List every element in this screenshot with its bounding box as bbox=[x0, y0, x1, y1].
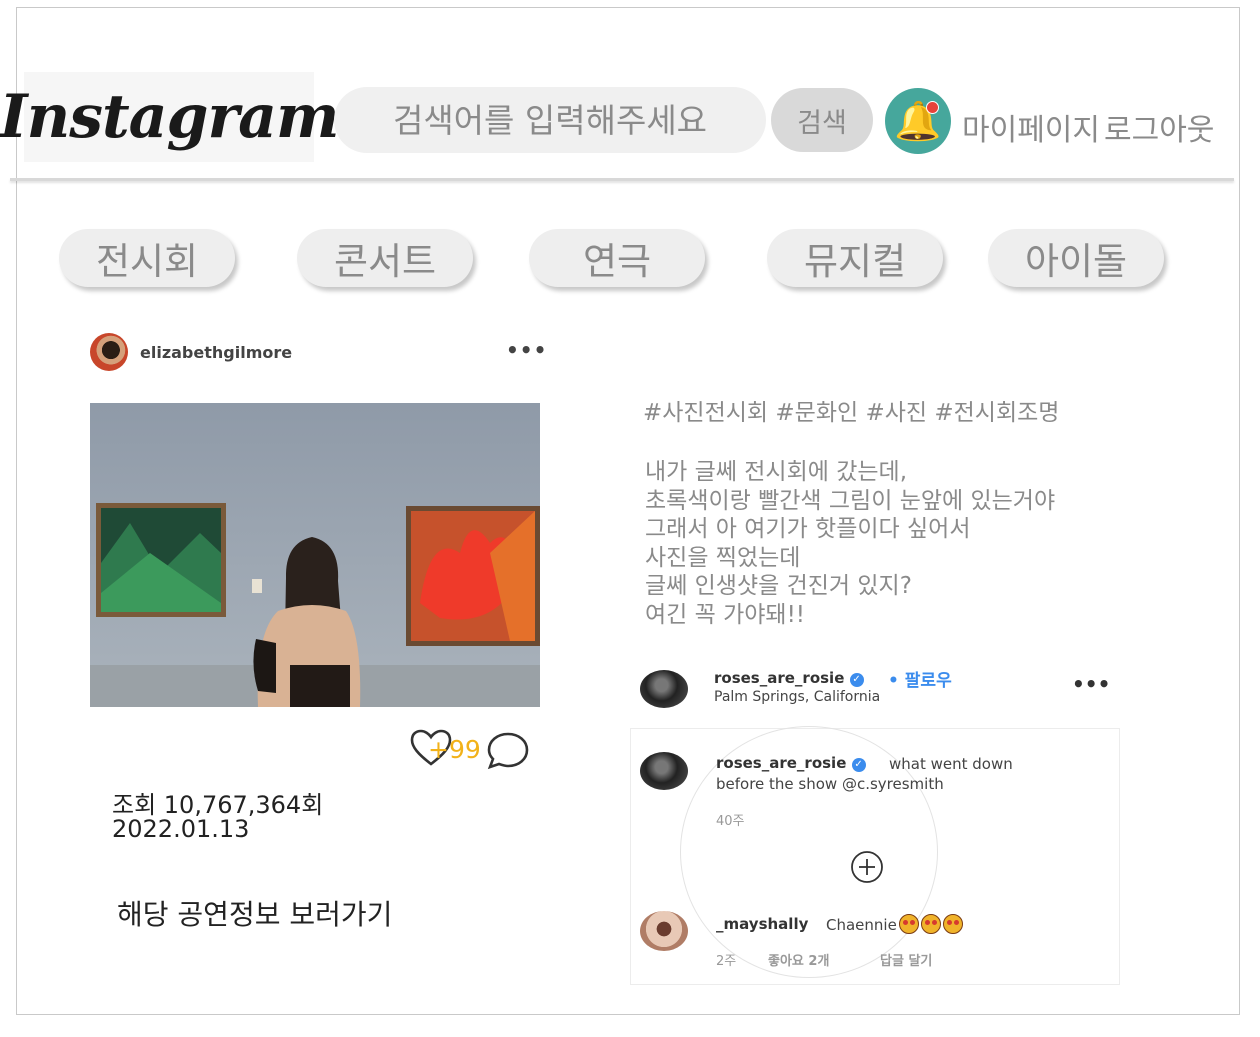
post-date: 2022.01.13 bbox=[112, 815, 250, 843]
post-caption: 내가 글쎄 전시회에 갔는데, 초록색이랑 빨간색 그림이 눈앞에 있는거야 그… bbox=[645, 458, 1055, 629]
caption-line: 그래서 아 여기가 핫플이다 싶어서 bbox=[645, 516, 971, 542]
post-author-username[interactable]: elizabethgilmore bbox=[140, 343, 292, 362]
reply-name[interactable]: _mayshally bbox=[716, 915, 808, 933]
comment-time: 40주 bbox=[716, 814, 745, 829]
comment-more-options-icon[interactable]: ••• bbox=[1072, 672, 1110, 696]
post-hashtags[interactable]: #사진전시회 #문화인 #사진 #전시회조명 bbox=[643, 393, 1059, 427]
comment-author-name[interactable]: roses_are_rosie ✓ bbox=[714, 669, 864, 687]
mypage-link[interactable]: 마이페이지 bbox=[962, 105, 1100, 149]
verified-icon: ✓ bbox=[851, 758, 866, 772]
caption-line: 사진을 찍었는데 bbox=[645, 544, 801, 571]
logo-text: Instagram bbox=[0, 82, 340, 152]
comment-avatar[interactable] bbox=[640, 752, 688, 790]
reply-action-button[interactable]: 답글 달기 bbox=[880, 950, 932, 969]
reply-time: 2주 bbox=[716, 954, 737, 969]
tab-idol[interactable]: 아이돌 bbox=[988, 229, 1164, 287]
caption-line: 초록색이랑 빨간색 그림이 눈앞에 있는거야 bbox=[645, 487, 1056, 514]
comment-text-line1: what went down bbox=[889, 755, 1013, 773]
comment-author-location[interactable]: Palm Springs, California bbox=[714, 689, 880, 705]
logout-link[interactable]: 로그아웃 bbox=[1104, 105, 1214, 149]
comment-icon[interactable] bbox=[486, 730, 530, 770]
search-button[interactable]: 검색 bbox=[771, 88, 873, 152]
post-more-options-icon[interactable]: ••• bbox=[506, 338, 547, 362]
caption-line: 내가 글쎄 전시회에 갔는데, bbox=[645, 459, 908, 485]
heart-eyes-emoji-icon bbox=[942, 914, 963, 934]
performance-info-link[interactable]: 해당 공연정보 보러가기 bbox=[117, 893, 392, 933]
tab-concert[interactable]: 콘서트 bbox=[297, 229, 473, 287]
reply-text: Chaennie bbox=[826, 914, 963, 935]
notification-button[interactable]: 🔔 bbox=[885, 88, 951, 154]
comment-text-line2: before the show @c.syresmith bbox=[716, 775, 944, 793]
logo[interactable]: Instagram bbox=[0, 72, 340, 162]
reply-likes[interactable]: 좋아요 2개 bbox=[768, 950, 829, 969]
post-photo bbox=[90, 403, 540, 707]
caption-line: 여긴 꼭 가야돼!! bbox=[645, 601, 806, 628]
heart-eyes-emoji-icon bbox=[920, 914, 941, 934]
tab-musical[interactable]: 뮤지컬 bbox=[767, 229, 943, 287]
tab-play[interactable]: 연극 bbox=[529, 229, 705, 287]
tab-exhibition[interactable]: 전시회 bbox=[59, 229, 235, 287]
caption-line: 글쎄 인생샷을 건진거 있지? bbox=[645, 573, 912, 599]
comment-author-avatar[interactable] bbox=[640, 670, 688, 708]
header-divider bbox=[10, 178, 1234, 181]
heart-eyes-emoji-icon bbox=[898, 914, 919, 934]
verified-icon: ✓ bbox=[849, 673, 864, 687]
comment-name[interactable]: roses_are_rosie ✓ bbox=[716, 754, 866, 772]
search-input[interactable] bbox=[334, 87, 766, 153]
reply-avatar[interactable] bbox=[640, 911, 688, 951]
load-more-replies-icon[interactable] bbox=[850, 850, 884, 884]
follow-button[interactable]: • 팔로우 bbox=[888, 666, 952, 691]
notification-badge bbox=[926, 101, 939, 114]
like-count: +99 bbox=[428, 735, 481, 764]
post-author-avatar[interactable] bbox=[90, 333, 128, 371]
